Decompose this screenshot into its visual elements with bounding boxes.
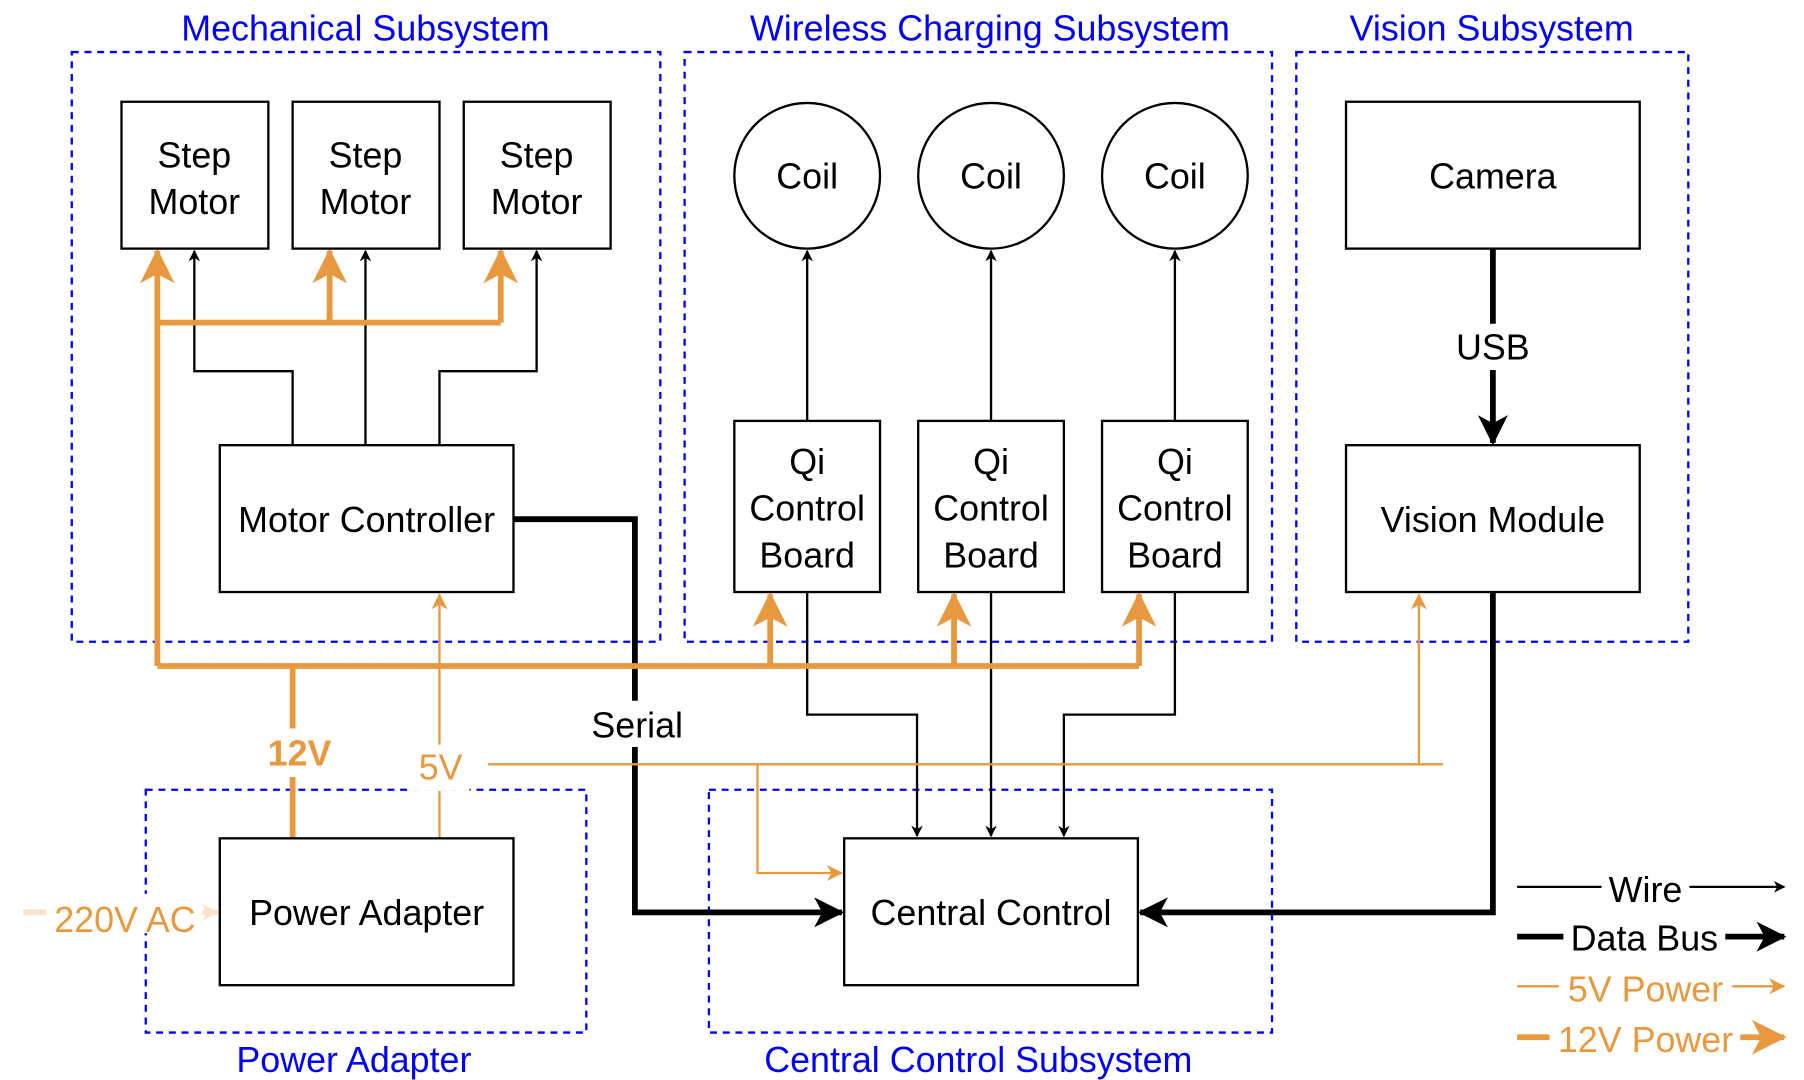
central-control: Central Control xyxy=(843,837,1140,987)
svg-text:Qi: Qi xyxy=(973,442,1009,482)
coil-1: Coil xyxy=(733,101,882,250)
svg-text:Board: Board xyxy=(943,536,1039,576)
svg-text:Central Control: Central Control xyxy=(871,893,1112,933)
svg-text:Control: Control xyxy=(1117,488,1233,528)
svg-text:Board: Board xyxy=(1127,536,1223,576)
svg-text:Step: Step xyxy=(329,136,403,176)
group-title-central: Central Control Subsystem xyxy=(764,1040,1192,1080)
step-motor-2: Step Motor xyxy=(291,100,441,250)
svg-text:Qi: Qi xyxy=(1157,442,1193,482)
motor-controller: Motor Controller xyxy=(218,444,515,594)
legend-5v-power: 5V Power xyxy=(1568,969,1723,1009)
vision-module: Vision Module xyxy=(1344,444,1641,594)
qi-control-board-2: Qi Control Board xyxy=(917,419,1066,594)
svg-text:Power Adapter: Power Adapter xyxy=(249,893,484,933)
legend-data-bus: Data Bus xyxy=(1571,918,1718,958)
svg-text:Qi: Qi xyxy=(789,442,825,482)
system-block-diagram: Mechanical Subsystem Wireless Charging S… xyxy=(23,8,1787,1080)
svg-text:Coil: Coil xyxy=(776,156,838,196)
group-title-wireless: Wireless Charging Subsystem xyxy=(750,8,1230,48)
group-title-vision: Vision Subsystem xyxy=(1350,8,1634,48)
legend: Wire Data Bus 5V Power 12V Power xyxy=(1517,869,1787,1060)
qi-control-board-3: Qi Control Board xyxy=(1100,419,1249,594)
group-title-mechanical: Mechanical Subsystem xyxy=(181,8,549,48)
svg-text:Motor: Motor xyxy=(320,182,412,222)
camera: Camera xyxy=(1344,100,1641,250)
svg-text:Motor Controller: Motor Controller xyxy=(238,500,495,540)
step-motor-1: Step Motor xyxy=(120,100,270,250)
svg-text:Vision Module: Vision Module xyxy=(1381,500,1605,540)
svg-text:Control: Control xyxy=(749,488,865,528)
5v-label: 5V xyxy=(419,747,463,787)
power-adapter: Power Adapter xyxy=(218,837,515,987)
legend-wire: Wire xyxy=(1609,870,1683,910)
legend-12v-power: 12V Power xyxy=(1558,1020,1733,1060)
qi-control-board-1: Qi Control Board xyxy=(733,419,882,594)
usb-label: USB xyxy=(1456,328,1530,368)
coil-3: Coil xyxy=(1100,101,1249,250)
svg-text:Camera: Camera xyxy=(1429,156,1557,196)
svg-text:Motor: Motor xyxy=(491,182,583,222)
svg-text:Step: Step xyxy=(157,136,231,176)
svg-text:Coil: Coil xyxy=(960,156,1022,196)
group-title-power: Power Adapter xyxy=(236,1040,471,1080)
coil-2: Coil xyxy=(917,101,1066,250)
ac-label: 220V AC xyxy=(54,900,195,940)
svg-text:Coil: Coil xyxy=(1144,156,1206,196)
svg-text:Motor: Motor xyxy=(149,182,241,222)
svg-text:Step: Step xyxy=(500,136,574,176)
12v-label: 12V xyxy=(268,733,332,773)
step-motor-3: Step Motor xyxy=(462,100,612,250)
svg-text:Control: Control xyxy=(933,488,1049,528)
svg-text:Board: Board xyxy=(759,536,855,576)
serial-label: Serial xyxy=(591,706,683,746)
